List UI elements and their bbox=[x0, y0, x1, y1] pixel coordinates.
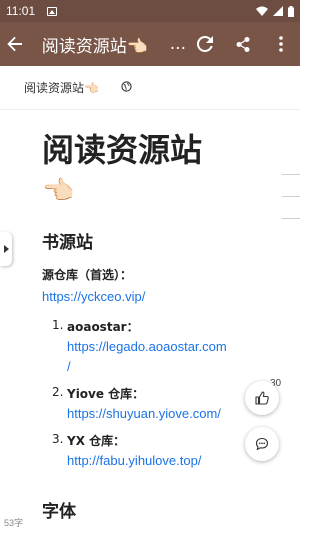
arrow-back-icon bbox=[7, 36, 22, 52]
globe-icon[interactable] bbox=[121, 80, 132, 95]
repo-link[interactable]: https://yckceo.vip/ bbox=[42, 289, 145, 304]
article-content: 阅读资源站 👈🏻 书源站 源仓库（首选）： https://yckceo.vip… bbox=[0, 110, 300, 533]
battery-icon bbox=[288, 5, 294, 17]
status-time: 11:01 bbox=[6, 4, 36, 18]
toc-marker[interactable] bbox=[282, 218, 300, 219]
toc-marker[interactable] bbox=[282, 174, 300, 175]
signal-icon bbox=[273, 6, 283, 16]
list-item-number: 3. bbox=[52, 432, 64, 446]
refresh-icon bbox=[197, 36, 213, 52]
toc-marker[interactable] bbox=[282, 196, 300, 197]
list-item-link[interactable]: http://fabu.yihulove.top/ bbox=[67, 453, 201, 468]
list-item-link[interactable]: https://shuyuan.yiove.com/ bbox=[67, 406, 221, 421]
tab-title[interactable]: 阅读资源站👈🏻 bbox=[24, 79, 99, 96]
share-button[interactable] bbox=[224, 22, 262, 66]
list-item-label: aoaostar： bbox=[67, 320, 139, 334]
list-item-number: 2. bbox=[52, 385, 64, 399]
comment-icon bbox=[255, 437, 269, 451]
section-heading-fonts: 字体 bbox=[42, 502, 76, 522]
list-item-label: Yiove 仓库： bbox=[67, 387, 145, 401]
page-title: 阅读资源站👈🏻 bbox=[41, 36, 148, 57]
status-bar: 11:01 bbox=[0, 0, 300, 22]
app-bar: 阅读资源站👈🏻 ... bbox=[0, 22, 300, 66]
list-item-link[interactable]: https://legado.aoaostar.com bbox=[67, 339, 227, 354]
status-icons bbox=[256, 5, 294, 17]
refresh-button[interactable] bbox=[186, 22, 224, 66]
heading-emoji: 👈🏻 bbox=[42, 176, 75, 206]
more-vert-icon bbox=[279, 36, 283, 52]
tab-bar: 阅读资源站👈🏻 bbox=[0, 66, 300, 110]
back-button[interactable] bbox=[0, 22, 30, 66]
list-item-number: 1. bbox=[52, 318, 64, 332]
gallery-notification-icon bbox=[47, 6, 58, 16]
chevron-right-icon bbox=[3, 245, 9, 253]
word-count: 53字 bbox=[4, 518, 24, 528]
article-heading: 阅读资源站 bbox=[42, 131, 203, 169]
wifi-icon bbox=[256, 6, 268, 16]
section-heading-sources: 书源站 bbox=[42, 233, 93, 253]
more-options-button[interactable] bbox=[262, 22, 300, 66]
repo-label: 源仓库（首选）： bbox=[42, 268, 133, 282]
comment-button[interactable] bbox=[245, 427, 279, 461]
list-item-link-continued[interactable]: / bbox=[67, 359, 71, 374]
like-button[interactable] bbox=[245, 381, 279, 415]
thumb-up-icon bbox=[255, 391, 269, 405]
title-ellipsis: ... bbox=[169, 34, 186, 54]
app-actions bbox=[186, 22, 300, 66]
list-item-label: YX 仓库： bbox=[67, 434, 126, 448]
share-icon bbox=[236, 36, 250, 52]
drawer-handle[interactable] bbox=[0, 232, 12, 266]
